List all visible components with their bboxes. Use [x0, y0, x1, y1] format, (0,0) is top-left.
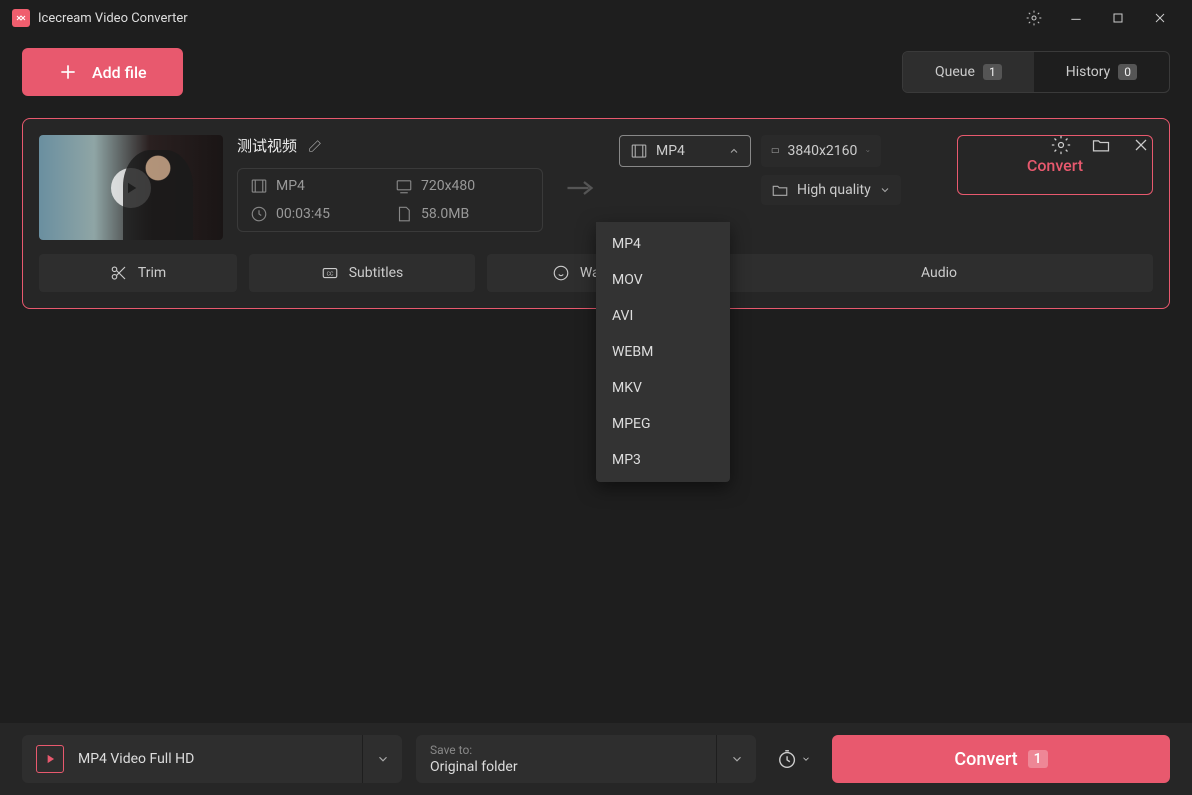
cc-icon: CC [321, 264, 339, 282]
source-info: MP4 720x480 00:03:45 58.0MB [237, 168, 543, 232]
scissors-icon [110, 264, 128, 282]
tab-queue[interactable]: Queue 1 [903, 52, 1034, 92]
source-size: 58.0MB [395, 205, 530, 223]
close-icon [1152, 10, 1168, 26]
maximize-button[interactable] [1098, 0, 1138, 36]
format-option[interactable]: MPEG [596, 406, 730, 442]
close-button[interactable] [1140, 0, 1180, 36]
preset-select[interactable]: MP4 Video Full HD [22, 735, 402, 783]
source-duration: 00:03:45 [250, 205, 385, 223]
toolbar: Add file Queue 1 History 0 [0, 36, 1192, 108]
tab-queue-label: Queue [935, 64, 975, 80]
format-option[interactable]: MP4 [596, 226, 730, 262]
bottom-bar: MP4 Video Full HD Save to: Original fold… [0, 723, 1192, 795]
file-settings-button[interactable] [1051, 135, 1071, 155]
chevron-down-icon [801, 754, 811, 764]
output-format-select[interactable]: MP4 [619, 135, 751, 167]
convert-count: 1 [1028, 750, 1048, 768]
tab-history-count: 0 [1118, 64, 1137, 80]
minimize-icon [1068, 10, 1084, 26]
convert-all-button[interactable]: Convert 1 [832, 735, 1170, 783]
schedule-button[interactable] [770, 735, 818, 783]
resolution-icon [395, 177, 413, 195]
format-option[interactable]: AVI [596, 298, 730, 334]
clock-icon [777, 748, 799, 770]
format-option[interactable]: MOV [596, 262, 730, 298]
chevron-down-icon [376, 752, 390, 766]
watermark-icon [552, 264, 570, 282]
chevron-down-icon [865, 145, 871, 157]
format-dropdown: MP4 MOV AVI WEBM MKV MPEG MP3 [596, 222, 730, 482]
gear-icon [1051, 135, 1071, 155]
file-name: 测试视频 [237, 135, 297, 156]
remove-file-button[interactable] [1131, 135, 1151, 155]
trim-button[interactable]: Trim [39, 254, 237, 292]
tab-history-label: History [1066, 64, 1111, 80]
chevron-down-icon [879, 184, 891, 196]
format-option[interactable]: WEBM [596, 334, 730, 370]
subtitles-button[interactable]: CC Subtitles [249, 254, 475, 292]
add-file-button[interactable]: Add file [22, 48, 183, 96]
save-to-chevron[interactable] [716, 735, 756, 783]
svg-text:CC: CC [326, 271, 333, 277]
add-file-label: Add file [92, 63, 147, 82]
output-quality-select[interactable]: High quality [761, 175, 901, 205]
audio-button[interactable]: Audio [725, 254, 1153, 292]
save-to-select[interactable]: Save to: Original folder [416, 735, 756, 783]
app-title: Icecream Video Converter [38, 11, 1014, 26]
minimize-button[interactable] [1056, 0, 1096, 36]
output-resolution-select[interactable]: 3840x2160 [761, 135, 881, 167]
source-resolution: 720x480 [395, 177, 530, 195]
app-logo [12, 9, 30, 27]
film-icon [630, 142, 648, 160]
folder-icon [1091, 135, 1111, 155]
folder-icon [771, 181, 789, 199]
tab-queue-count: 1 [983, 64, 1002, 80]
clock-icon [250, 205, 268, 223]
resolution-icon [771, 142, 779, 160]
settings-button[interactable] [1014, 0, 1054, 36]
video-thumbnail[interactable] [39, 135, 223, 240]
edit-name-button[interactable] [307, 138, 323, 154]
maximize-icon [1110, 10, 1126, 26]
gear-icon [1026, 10, 1042, 26]
preset-chevron[interactable] [362, 735, 402, 783]
plus-icon [58, 62, 78, 82]
source-format: MP4 [250, 177, 385, 195]
film-icon [250, 177, 268, 195]
file-icon [395, 205, 413, 223]
format-option[interactable]: MKV [596, 370, 730, 406]
title-bar: Icecream Video Converter [0, 0, 1192, 36]
format-option[interactable]: MP3 [596, 442, 730, 478]
close-icon [1131, 135, 1151, 155]
chevron-up-icon [728, 145, 740, 157]
chevron-down-icon [730, 752, 744, 766]
open-folder-button[interactable] [1091, 135, 1111, 155]
video-preset-icon [36, 745, 64, 773]
tab-history[interactable]: History 0 [1034, 52, 1169, 92]
tabs: Queue 1 History 0 [902, 51, 1170, 93]
